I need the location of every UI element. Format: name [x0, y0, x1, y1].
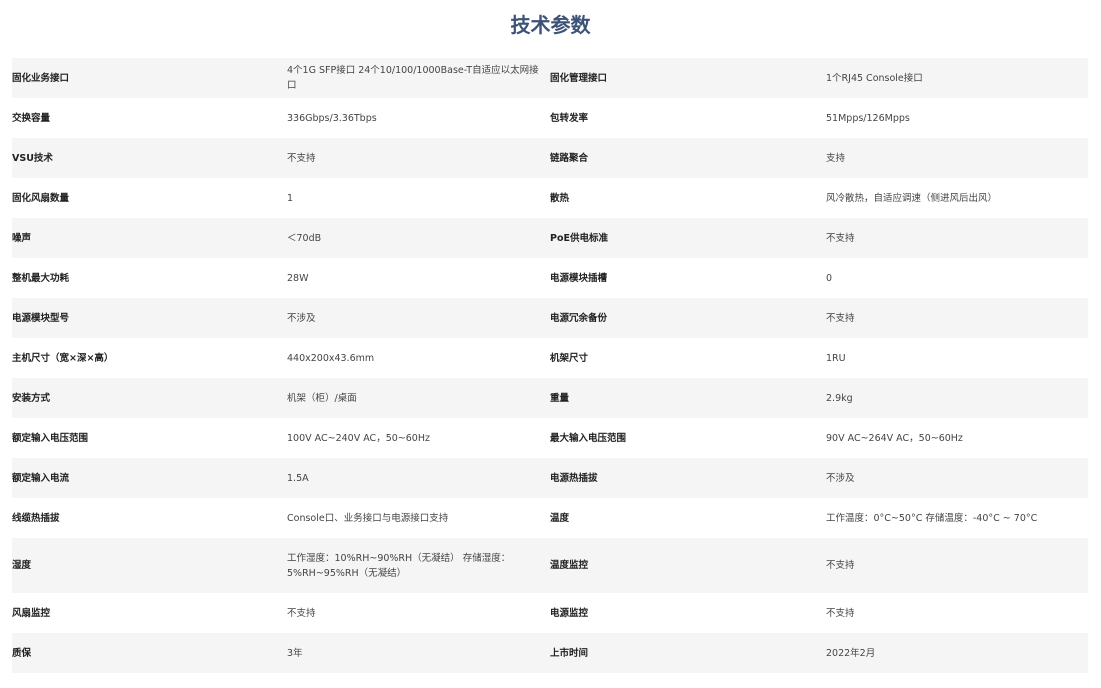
spec-value: 2.9kg	[826, 378, 1088, 418]
spec-key: 噪声	[12, 218, 287, 258]
spec-key: 整机最大功耗	[12, 258, 287, 298]
page-title: 技术参数	[510, 13, 591, 37]
spec-value: 100V AC~240V AC，50~60Hz	[287, 418, 550, 458]
spec-row: 固化风扇数量 1 散热 风冷散热，自适应调速（侧进风后出风）	[12, 178, 1088, 218]
spec-row: 整机最大功耗 28W 电源模块插槽 0	[12, 258, 1088, 298]
spec-value: 不涉及	[826, 458, 1088, 498]
spec-row: 固化业务接口 4个1G SFP接口 24个10/100/1000Base-T自适…	[12, 58, 1088, 98]
spec-key: 电源模块型号	[12, 298, 287, 338]
spec-value: 工作湿度：10%RH~90%RH（无凝结） 存储湿度：5%RH~95%RH（无凝…	[287, 538, 550, 593]
spec-key: 风扇监控	[12, 593, 287, 633]
spec-key: PoE供电标准	[550, 218, 826, 258]
spec-key: 温度	[550, 498, 826, 538]
spec-value: 4个1G SFP接口 24个10/100/1000Base-T自适应以太网接口	[287, 58, 550, 98]
spec-key: 温度监控	[550, 538, 826, 593]
spec-value: 1.5A	[287, 458, 550, 498]
spec-value: 不支持	[826, 298, 1088, 338]
spec-row: 安装方式 机架（柜）/桌面 重量 2.9kg	[12, 378, 1088, 418]
spec-key: 固化业务接口	[12, 58, 287, 98]
spec-row: VSU技术 不支持 链路聚合 支持	[12, 138, 1088, 178]
spec-key: 线缆热插拔	[12, 498, 287, 538]
spec-key: 包转发率	[550, 98, 826, 138]
spec-key: 重量	[550, 378, 826, 418]
spec-key: 上市时间	[550, 633, 826, 673]
spec-key: 链路聚合	[550, 138, 826, 178]
spec-key: 安装方式	[12, 378, 287, 418]
spec-value: 不支持	[287, 593, 550, 633]
spec-value: 0	[826, 258, 1088, 298]
spec-value: 1RU	[826, 338, 1088, 378]
spec-key: 主机尺寸（宽×深×高）	[12, 338, 287, 378]
spec-value: ＜70dB	[287, 218, 550, 258]
spec-value: 工作温度：0°C~50°C 存储温度：-40°C ~ 70°C	[826, 498, 1088, 538]
spec-value: 不支持	[826, 218, 1088, 258]
spec-key: 固化管理接口	[550, 58, 826, 98]
spec-value: Console口、业务接口与电源接口支持	[287, 498, 550, 538]
spec-table: 固化业务接口 4个1G SFP接口 24个10/100/1000Base-T自适…	[12, 58, 1088, 673]
spec-value: 28W	[287, 258, 550, 298]
spec-row: 线缆热插拔 Console口、业务接口与电源接口支持 温度 工作温度：0°C~5…	[12, 498, 1088, 538]
spec-row: 主机尺寸（宽×深×高） 440x200x43.6mm 机架尺寸 1RU	[12, 338, 1088, 378]
spec-value: 1	[287, 178, 550, 218]
spec-key: 电源模块插槽	[550, 258, 826, 298]
spec-row: 额定输入电压范围 100V AC~240V AC，50~60Hz 最大输入电压范…	[12, 418, 1088, 458]
spec-row: 电源模块型号 不涉及 电源冗余备份 不支持	[12, 298, 1088, 338]
spec-key: VSU技术	[12, 138, 287, 178]
spec-row: 湿度 工作湿度：10%RH~90%RH（无凝结） 存储湿度：5%RH~95%RH…	[12, 538, 1088, 593]
spec-row: 额定输入电流 1.5A 电源热插拔 不涉及	[12, 458, 1088, 498]
spec-key: 电源冗余备份	[550, 298, 826, 338]
spec-key: 额定输入电压范围	[12, 418, 287, 458]
spec-key: 散热	[550, 178, 826, 218]
spec-key: 机架尺寸	[550, 338, 826, 378]
spec-key: 质保	[12, 633, 287, 673]
spec-value: 51Mpps/126Mpps	[826, 98, 1088, 138]
spec-key: 电源热插拔	[550, 458, 826, 498]
spec-key: 交换容量	[12, 98, 287, 138]
spec-key: 电源监控	[550, 593, 826, 633]
spec-value: 90V AC~264V AC，50~60Hz	[826, 418, 1088, 458]
spec-value: 336Gbps/3.36Tbps	[287, 98, 550, 138]
spec-key: 额定输入电流	[12, 458, 287, 498]
spec-value: 1个RJ45 Console接口	[826, 58, 1088, 98]
spec-key: 固化风扇数量	[12, 178, 287, 218]
spec-key: 最大输入电压范围	[550, 418, 826, 458]
spec-value: 风冷散热，自适应调速（侧进风后出风）	[826, 178, 1088, 218]
spec-value: 不支持	[826, 593, 1088, 633]
spec-value: 不支持	[826, 538, 1088, 593]
spec-value: 不支持	[287, 138, 550, 178]
spec-value: 2022年2月	[826, 633, 1088, 673]
spec-value: 机架（柜）/桌面	[287, 378, 550, 418]
spec-value: 440x200x43.6mm	[287, 338, 550, 378]
spec-row: 风扇监控 不支持 电源监控 不支持	[12, 593, 1088, 633]
spec-row: 交换容量 336Gbps/3.36Tbps 包转发率 51Mpps/126Mpp…	[12, 98, 1088, 138]
spec-row: 噪声 ＜70dB PoE供电标准 不支持	[12, 218, 1088, 258]
spec-value: 3年	[287, 633, 550, 673]
spec-value: 不涉及	[287, 298, 550, 338]
spec-value: 支持	[826, 138, 1088, 178]
spec-row: 质保 3年 上市时间 2022年2月	[12, 633, 1088, 673]
spec-key: 湿度	[12, 538, 287, 593]
